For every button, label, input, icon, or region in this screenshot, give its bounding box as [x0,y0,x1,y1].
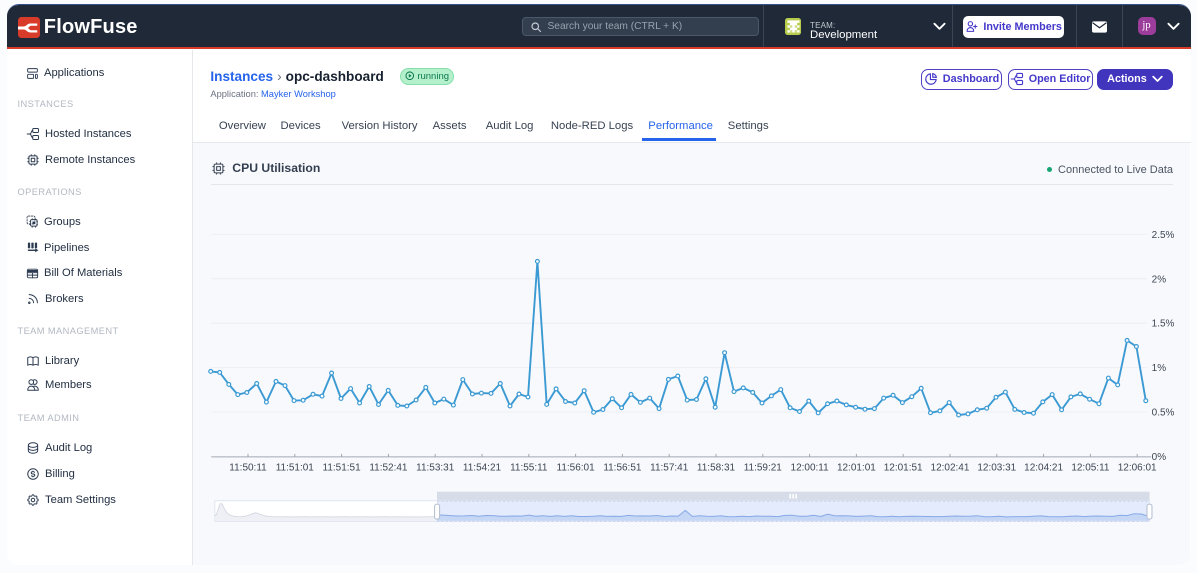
svg-text:11:54:21: 11:54:21 [463,462,502,473]
svg-text:0%: 0% [1151,451,1166,462]
svg-text:12:06:01: 12:06:01 [1118,462,1157,473]
svg-text:2.5%: 2.5% [1151,229,1174,240]
svg-text:12:03:31: 12:03:31 [977,462,1016,473]
svg-text:11:51:51: 11:51:51 [322,462,361,473]
svg-text:12:02:41: 12:02:41 [930,462,969,473]
svg-text:11:58:31: 11:58:31 [697,462,736,473]
svg-text:11:51:01: 11:51:01 [276,462,315,473]
svg-text:11:59:21: 11:59:21 [744,462,783,473]
svg-text:1.5%: 1.5% [1151,318,1174,329]
svg-text:0.5%: 0.5% [1151,407,1174,418]
svg-text:12:01:01: 12:01:01 [837,462,876,473]
svg-text:11:52:41: 11:52:41 [369,462,408,473]
svg-text:11:56:51: 11:56:51 [603,462,642,473]
svg-text:11:55:11: 11:55:11 [510,462,548,473]
svg-text:11:53:31: 11:53:31 [416,462,455,473]
svg-text:2%: 2% [1151,274,1166,285]
svg-text:1%: 1% [1151,363,1166,374]
svg-text:12:01:51: 12:01:51 [884,462,923,473]
svg-text:12:04:21: 12:04:21 [1024,462,1063,473]
svg-text:12:00:11: 12:00:11 [790,462,829,473]
svg-text:11:56:01: 11:56:01 [556,462,595,473]
svg-text:11:57:41: 11:57:41 [650,462,689,473]
svg-text:12:05:11: 12:05:11 [1071,462,1110,473]
svg-text:11:50:11: 11:50:11 [229,462,267,473]
